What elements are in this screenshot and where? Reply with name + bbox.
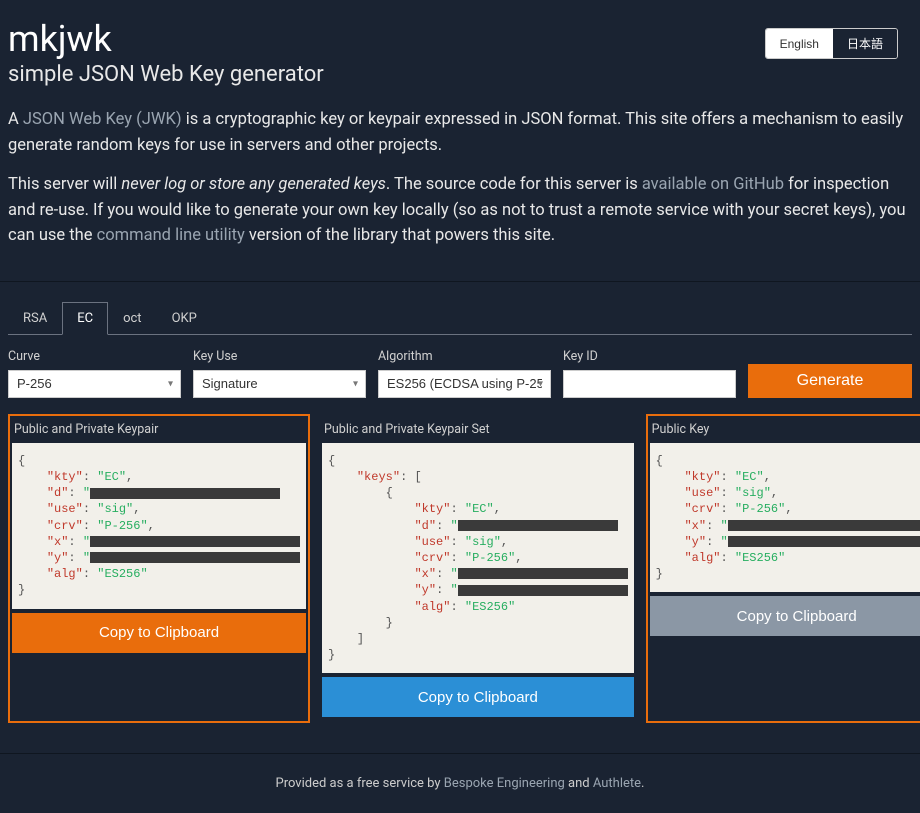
app-title: mkjwk (8, 18, 324, 60)
tab-ec[interactable]: EC (62, 302, 108, 335)
copy-keypair-set-button[interactable]: Copy to Clipboard (322, 677, 634, 717)
panel-title: Public Key (650, 418, 920, 443)
keyid-input[interactable] (563, 370, 736, 398)
curve-select[interactable]: P-256 (8, 370, 181, 398)
authlete-link[interactable]: Authlete (593, 776, 641, 791)
bespoke-link[interactable]: Bespoke Engineering (444, 776, 565, 791)
keyuse-select[interactable]: Signature (193, 370, 366, 398)
github-link[interactable]: available on GitHub (642, 175, 784, 194)
keypair-panel: Public and Private Keypair { "kty": "EC"… (8, 414, 310, 723)
panel-title: Public and Private Keypair Set (322, 418, 634, 443)
cli-link[interactable]: command line utility (97, 226, 245, 245)
algorithm-label: Algorithm (378, 349, 551, 364)
language-switcher: English 日本語 (765, 28, 898, 59)
lang-english-button[interactable]: English (766, 29, 833, 58)
tab-okp[interactable]: OKP (157, 302, 212, 335)
public-key-code[interactable]: { "kty": "EC", "use": "sig", "crv": "P-2… (650, 443, 920, 593)
algorithm-select[interactable]: ES256 (ECDSA using P-256 and SHA-256) (378, 370, 551, 398)
generate-button[interactable]: Generate (748, 364, 912, 398)
keypair-set-panel: Public and Private Keypair Set { "keys":… (318, 414, 638, 723)
keyuse-label: Key Use (193, 349, 366, 364)
curve-label: Curve (8, 349, 181, 364)
copy-keypair-button[interactable]: Copy to Clipboard (12, 613, 306, 653)
tab-rsa[interactable]: RSA (8, 302, 62, 335)
intro-text: A JSON Web Key (JWK) is a cryptographic … (0, 107, 920, 281)
lang-japanese-button[interactable]: 日本語 (833, 29, 897, 58)
copy-public-key-button[interactable]: Copy to Clipboard (650, 596, 920, 636)
jwk-link[interactable]: JSON Web Key (JWK) (23, 110, 182, 129)
app-subtitle: simple JSON Web Key generator (8, 62, 324, 87)
key-type-tabs: RSA EC oct OKP (8, 302, 912, 335)
keypair-code[interactable]: { "kty": "EC", "d": " "use": "sig", "crv… (12, 443, 306, 609)
tab-oct[interactable]: oct (108, 302, 156, 335)
keyid-label: Key ID (563, 349, 736, 364)
keypair-set-code[interactable]: { "keys": [ { "kty": "EC", "d": " "use":… (322, 443, 634, 673)
public-key-panel: Public Key { "kty": "EC", "use": "sig", … (646, 414, 920, 723)
footer: Provided as a free service by Bespoke En… (0, 753, 920, 813)
panel-title: Public and Private Keypair (12, 418, 306, 443)
